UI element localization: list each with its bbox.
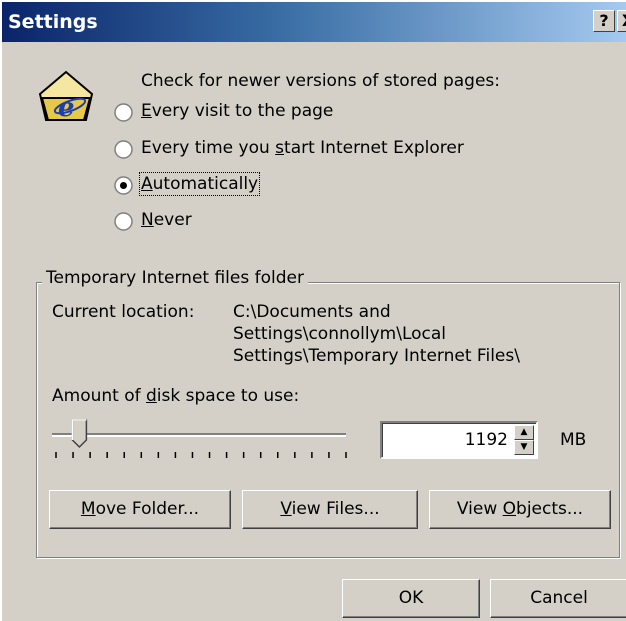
option-every-visit-label[interactable]: Every visit to the page — [141, 101, 333, 121]
option-never-label[interactable]: Never — [141, 210, 192, 230]
settings-dialog: Settings ? X e Check for newer versions … — [0, 0, 626, 621]
radio-every-start[interactable] — [114, 140, 133, 159]
window-title: Settings — [8, 11, 98, 33]
disk-space-value[interactable]: 1192 — [465, 430, 508, 450]
location-line-2: Settings\connollym\Local — [233, 324, 447, 344]
slider-thumb — [71, 419, 88, 449]
radio-never[interactable] — [114, 212, 133, 231]
view-objects-button[interactable]: View Objects... — [429, 490, 611, 529]
location-line-1: C:\Documents and — [233, 302, 391, 322]
spin-up-button[interactable]: ▲ — [514, 425, 534, 440]
close-button[interactable]: X — [617, 10, 626, 32]
radio-automatically[interactable] — [114, 176, 133, 195]
disk-space-spinbox[interactable]: 1192 ▲ ▼ — [380, 421, 538, 459]
title-bar[interactable]: Settings ? X — [2, 2, 626, 42]
check-heading: Check for newer versions of stored pages… — [141, 71, 501, 91]
disk-space-slider[interactable] — [46, 414, 352, 462]
slider-ticks — [55, 452, 347, 458]
option-automatically-label[interactable]: Automatically — [138, 172, 261, 196]
view-files-button[interactable]: View Files... — [242, 490, 418, 529]
location-line-3: Settings\Temporary Internet Files\ — [233, 346, 520, 366]
disk-space-label: Amount of disk space to use: — [52, 386, 300, 406]
help-button[interactable]: ? — [593, 10, 615, 32]
spin-down-button[interactable]: ▼ — [514, 440, 534, 455]
radio-every-visit[interactable] — [114, 103, 133, 122]
internet-explorer-icon: e — [38, 70, 94, 123]
svg-text:e: e — [58, 93, 75, 123]
group-legend: Temporary Internet files folder — [42, 268, 308, 288]
move-folder-button[interactable]: Move Folder... — [49, 490, 231, 529]
cancel-button[interactable]: Cancel — [490, 579, 626, 618]
disk-unit: MB — [560, 430, 587, 450]
option-every-start-label[interactable]: Every time you start Internet Explorer — [141, 138, 464, 158]
current-location-label: Current location: — [52, 302, 195, 322]
ok-button[interactable]: OK — [342, 579, 480, 618]
